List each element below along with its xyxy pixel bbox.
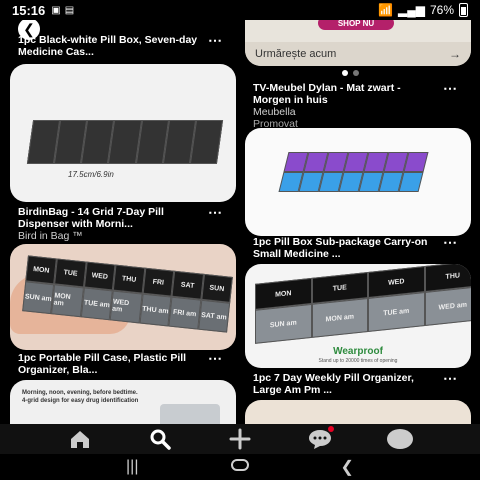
notification-dot (328, 426, 334, 432)
wearproof-badge: Wearproof (333, 346, 383, 357)
pin-title[interactable]: 1pc Black-white Pill Box, Seven-day Medi… (18, 34, 198, 58)
card-text-line: 4-grid design for easy drug identificati… (22, 398, 139, 404)
watch-now-label: Urmărește acum (255, 48, 337, 60)
search-icon[interactable] (140, 424, 180, 454)
pin-card[interactable]: MON TUE WED THU SUN am MON am TUE am WED am We… (245, 264, 471, 368)
more-options-icon[interactable]: ⋯ (208, 32, 223, 49)
more-options-icon[interactable]: ⋯ (443, 80, 458, 97)
card-text-line: Morning, noon, evening, before bedtime. (22, 390, 138, 396)
home-icon[interactable] (60, 424, 100, 454)
image-icon: ▤ (64, 4, 75, 16)
watch-now-bar[interactable]: Urmărește acum → (245, 42, 471, 66)
pill-box-image (26, 120, 224, 164)
plus-icon[interactable] (220, 424, 260, 454)
wifi-icon: 📶 (378, 3, 393, 17)
system-nav-bar: ||| ❮ (0, 454, 480, 480)
status-notification-icons: ▣ ▤ (51, 5, 74, 16)
pin-feed[interactable]: ❮ 1pc Black-white Pill Box, Seven-day Me… (0, 20, 480, 424)
bottom-nav-bar (0, 424, 480, 454)
home-button-icon[interactable] (230, 458, 249, 476)
pin-card[interactable]: MON TUE WED THU FRI SAT SUN SUN am MON am TUE am… (10, 244, 236, 350)
pin-title[interactable]: 1pc 7 Day Weekly Pill Organizer, Large A… (253, 372, 433, 396)
pin-title[interactable]: BirdinBag - 14 Grid 7-Day Pill Dispenser… (18, 206, 198, 230)
arrow-right-icon: → (449, 47, 461, 61)
pin-source[interactable]: Meubella (253, 106, 296, 118)
pin-card[interactable]: Morning, noon, evening, before bedtime. … (10, 380, 236, 424)
pill-box-image (160, 404, 220, 424)
pin-card[interactable] (245, 400, 471, 424)
pin-title[interactable]: 1pc Portable Pill Case, Plastic Pill Org… (18, 352, 198, 376)
signal-icon: ▂▄▆ (398, 3, 425, 17)
pin-card[interactable] (245, 128, 471, 236)
profile-icon[interactable] (380, 424, 420, 454)
more-options-icon[interactable]: ⋯ (208, 204, 223, 221)
gallery-icon: ▣ (51, 4, 61, 16)
status-right: 📶 ▂▄▆ 76% (378, 3, 468, 17)
more-options-icon[interactable]: ⋯ (443, 234, 458, 251)
recent-apps-icon[interactable]: ||| (126, 458, 138, 476)
wearproof-subtext: Stand up to 20000 times of opening (318, 358, 398, 364)
status-bar: 15:16 ▣ ▤ 📶 ▂▄▆ 76% (0, 0, 480, 20)
more-options-icon[interactable]: ⋯ (443, 370, 458, 387)
pill-box-image (278, 152, 429, 196)
carousel-dots (342, 70, 359, 76)
battery-percent: 76% (429, 3, 454, 17)
status-time: 15:16 (12, 2, 46, 18)
pin-title[interactable]: TV-Meubel Dylan - Mat zwart - Morgen in … (253, 82, 433, 106)
pin-source[interactable]: Bird in Bag ™ (18, 230, 83, 242)
pin-card[interactable]: 17.5cm/6.9in (10, 64, 236, 202)
shop-now-button[interactable]: SHOP NU (318, 20, 394, 30)
messages-icon[interactable] (300, 424, 340, 454)
pin-title[interactable]: 1pc Pill Box Sub-package Carry-on Small … (253, 236, 433, 260)
back-icon[interactable]: ❮ (341, 457, 354, 477)
dimension-label: 17.5cm/6.9in (68, 170, 114, 179)
battery-icon (459, 3, 468, 17)
more-options-icon[interactable]: ⋯ (208, 350, 223, 367)
pill-box-image: MON TUE WED THU SUN am MON am TUE am WED am (255, 264, 471, 350)
